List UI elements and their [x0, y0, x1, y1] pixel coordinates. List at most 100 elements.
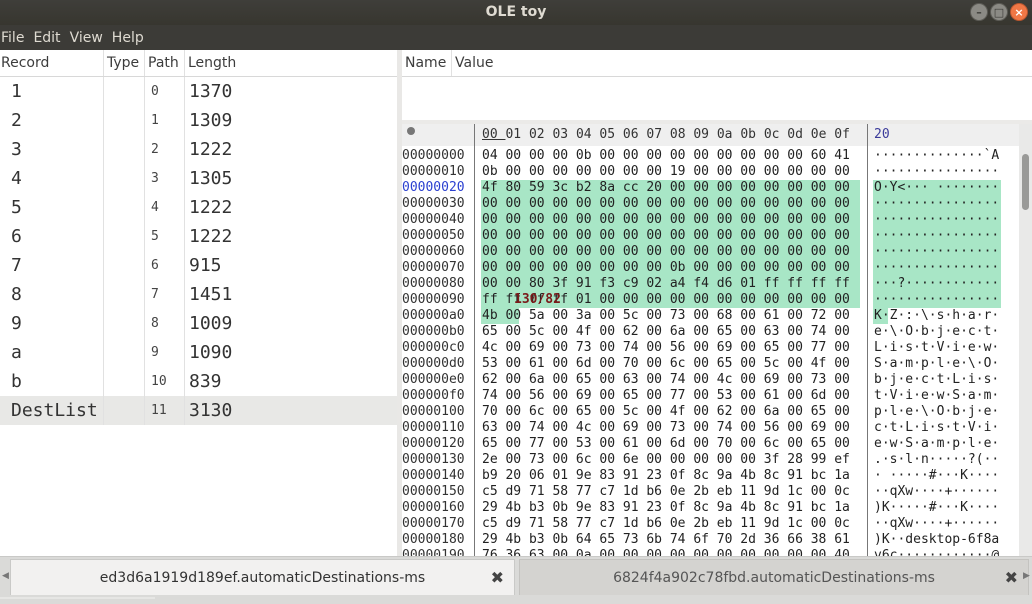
- record-cell-record: 2: [0, 106, 104, 135]
- tab-label: 6824f4a902c78fbd.automaticDestinations-m…: [613, 570, 935, 586]
- hex-ascii[interactable]: ················: [874, 292, 1002, 307]
- record-cell-length: 1370: [189, 81, 233, 102]
- hex-ascii[interactable]: ··············`A: [874, 148, 1002, 163]
- menu-help[interactable]: Help: [111, 30, 152, 46]
- hex-ascii[interactable]: p·l·e·\·O·b·j·e·: [874, 404, 1002, 419]
- record-cell-record: 1: [0, 77, 104, 106]
- record-row[interactable]: 9 8 1009: [0, 309, 397, 338]
- tab-file-2[interactable]: 6824f4a902c78fbd.automaticDestinations-m…: [519, 559, 1029, 595]
- hex-ascii[interactable]: v6c············@: [874, 548, 1002, 556]
- record-row[interactable]: a 9 1090: [0, 338, 397, 367]
- tab-file-1[interactable]: ed3d6a1919d189ef.automaticDestinations-m…: [10, 559, 515, 595]
- column-header-length[interactable]: Length: [185, 50, 397, 76]
- hex-ascii[interactable]: ···?············: [874, 276, 1002, 291]
- hex-offset-0c: 0c: [763, 127, 788, 142]
- hex-ascii[interactable]: e·\·O·b·j·e·c·t·: [874, 324, 1002, 339]
- hex-ascii[interactable]: .·s·l·n·····?(··: [874, 452, 1002, 467]
- hex-address: 00000050: [402, 228, 465, 243]
- scrollbar-thumb[interactable]: [1022, 154, 1029, 210]
- hex-bytes[interactable]: 00 00 00 00 00 00 00 00 00 00 00 00 00 0…: [482, 244, 862, 259]
- menu-view[interactable]: View: [69, 30, 111, 46]
- hex-bytes[interactable]: 29 4b b3 0b 64 65 73 6b 74 6f 70 2d 36 6…: [482, 532, 862, 547]
- minimize-button[interactable]: –: [970, 3, 988, 21]
- maximize-button[interactable]: □: [990, 3, 1008, 21]
- column-header-record[interactable]: Record: [0, 50, 104, 76]
- hex-ascii[interactable]: S·a·m·p·l·e·\·O·: [874, 356, 1002, 371]
- hex-bytes[interactable]: 4f 80 59 3c b2 8a cc 20 00 00 00 00 00 0…: [482, 180, 862, 195]
- hex-bytes[interactable]: 04 00 00 00 0b 00 00 00 00 00 00 00 00 0…: [482, 148, 862, 163]
- record-row[interactable]: 4 3 1305: [0, 164, 397, 193]
- hex-address: 00000000: [402, 148, 465, 163]
- hex-ascii[interactable]: e·w·S·a·m·p·l·e·: [874, 436, 1002, 451]
- hex-vertical-scrollbar[interactable]: [1019, 124, 1032, 556]
- tab-scroll-left-icon[interactable]: ◀: [2, 571, 9, 581]
- hex-view[interactable]: 00 01 02 03 04 05 06 07 08 09 0a 0b 0c 0…: [402, 124, 1019, 556]
- record-cell-type: [104, 367, 145, 396]
- window-title: OLE toy: [485, 4, 547, 20]
- hex-ascii[interactable]: ················: [874, 212, 1002, 227]
- hex-bytes[interactable]: 00 00 80 3f 91 f3 c9 02 a4 f4 d6 01 ff f…: [482, 276, 862, 291]
- record-row[interactable]: 5 4 1222: [0, 193, 397, 222]
- close-tab-icon[interactable]: ✖: [491, 560, 504, 596]
- tab-scroll-right-icon[interactable]: ▶: [1023, 571, 1030, 581]
- hex-ascii[interactable]: b·j·e·c·t·L·i·s·: [874, 372, 1002, 387]
- hex-bytes[interactable]: 70 00 6c 00 65 00 5c 00 4f 00 62 00 6a 0…: [482, 404, 862, 419]
- hex-bytes[interactable]: 63 00 74 00 4c 00 69 00 73 00 74 00 56 0…: [482, 420, 862, 435]
- hex-bytes[interactable]: 53 00 61 00 6d 00 70 00 6c 00 65 00 5c 0…: [482, 356, 862, 371]
- hex-bytes[interactable]: b9 20 06 01 9e 83 91 23 0f 8c 9a 4b 8c 9…: [482, 468, 862, 483]
- record-row[interactable]: b 10 839: [0, 367, 397, 396]
- hex-ascii[interactable]: L·i·s·t·V·i·e·w·: [874, 340, 1002, 355]
- menu-file[interactable]: File: [0, 30, 32, 46]
- hex-bytes[interactable]: 00 00 00 00 00 00 00 00 00 00 00 00 00 0…: [482, 196, 862, 211]
- record-cell-path: 8: [145, 309, 185, 338]
- menu-edit[interactable]: Edit: [32, 30, 68, 46]
- hex-offset-00: 00: [482, 127, 506, 142]
- column-header-name[interactable]: Name: [402, 50, 452, 76]
- record-row[interactable]: 8 7 1451: [0, 280, 397, 309]
- hex-bytes[interactable]: 65 00 5c 00 4f 00 62 00 6a 00 65 00 63 0…: [482, 324, 862, 339]
- hex-bytes[interactable]: 00 00 00 00 00 00 00 00 0b 00 00 00 00 0…: [482, 260, 862, 275]
- record-row[interactable]: 3 2 1222: [0, 135, 397, 164]
- hex-bytes[interactable]: 29 4b b3 0b 9e 83 91 23 0f 8c 9a 4b 8c 9…: [482, 500, 862, 515]
- hex-ascii[interactable]: )K··desktop-6f8a: [874, 532, 1002, 547]
- hex-bytes[interactable]: 4c 00 69 00 73 00 74 00 56 00 69 00 65 0…: [482, 340, 862, 355]
- hex-bytes[interactable]: 4b 00 5a 00 3a 00 5c 00 73 00 68 00 61 0…: [482, 308, 862, 323]
- hex-ascii[interactable]: ················: [874, 228, 1002, 243]
- hex-ascii[interactable]: t·V·i·e·w·S·a·m·: [874, 388, 1002, 403]
- record-row[interactable]: 6 5 1222: [0, 222, 397, 251]
- hex-bytes[interactable]: 74 00 56 00 69 00 65 00 77 00 53 00 61 0…: [482, 388, 862, 403]
- hex-ascii[interactable]: ··qXw····+······: [874, 516, 1002, 531]
- hex-ascii[interactable]: ················: [874, 196, 1002, 211]
- hex-bytes[interactable]: 00 00 00 00 00 00 00 00 00 00 00 00 00 0…: [482, 212, 862, 227]
- record-row[interactable]: 1 0 1370: [0, 77, 397, 106]
- record-cell-record: DestList: [0, 396, 104, 425]
- hex-bytes[interactable]: 00 00 00 00 00 00 00 00 00 00 00 00 00 0…: [482, 228, 862, 243]
- hex-ascii[interactable]: c·t·L·i·s·t·V·i·: [874, 420, 1002, 435]
- hex-bytes[interactable]: 2e 00 73 00 6c 00 6e 00 00 00 00 00 3f 2…: [482, 452, 862, 467]
- hex-ascii[interactable]: ················: [874, 164, 1002, 179]
- hex-ascii[interactable]: O·Y<··· ········: [874, 180, 1002, 195]
- hex-ascii[interactable]: )K·····#···K····: [874, 500, 1002, 515]
- hex-ascii[interactable]: ················: [874, 260, 1002, 275]
- hex-bytes[interactable]: c5 d9 71 58 77 c7 1d b6 0e 2b eb 11 9d 1…: [482, 516, 862, 531]
- hex-address: 00000120: [402, 436, 465, 451]
- close-window-button[interactable]: ×: [1010, 3, 1028, 21]
- hex-ascii[interactable]: ··qXw····+······: [874, 484, 1002, 499]
- hex-address: 00000020: [402, 180, 465, 195]
- close-tab-icon[interactable]: ✖: [1005, 560, 1018, 596]
- hex-address: 00000190: [402, 548, 465, 556]
- record-row[interactable]: 2 1 1309: [0, 106, 397, 135]
- hex-bytes[interactable]: 0b 00 00 00 00 00 00 00 19 00 00 00 00 0…: [482, 164, 862, 179]
- record-row[interactable]: DestList 11 3130: [0, 396, 397, 425]
- hex-bytes[interactable]: 65 00 77 00 53 00 61 00 6d 00 70 00 6c 0…: [482, 436, 862, 451]
- hex-bytes[interactable]: 62 00 6a 00 65 00 63 00 74 00 4c 00 69 0…: [482, 372, 862, 387]
- hex-ascii[interactable]: · ·····#···K····: [874, 468, 1002, 483]
- record-row[interactable]: 7 6 915: [0, 251, 397, 280]
- column-header-type[interactable]: Type: [104, 50, 145, 76]
- hex-ascii[interactable]: K·Z·:·\·s·h·a·r·: [874, 308, 1002, 323]
- hex-bytes[interactable]: 76 36 63 00 0a 00 00 00 00 00 00 00 00 0…: [482, 548, 862, 556]
- column-header-value[interactable]: Value: [452, 50, 1032, 76]
- hex-ascii[interactable]: ················: [874, 244, 1002, 259]
- column-header-path[interactable]: Path: [145, 50, 185, 76]
- hex-bytes[interactable]: c5 d9 71 58 77 c7 1d b6 0e 2b eb 11 9d 1…: [482, 484, 862, 499]
